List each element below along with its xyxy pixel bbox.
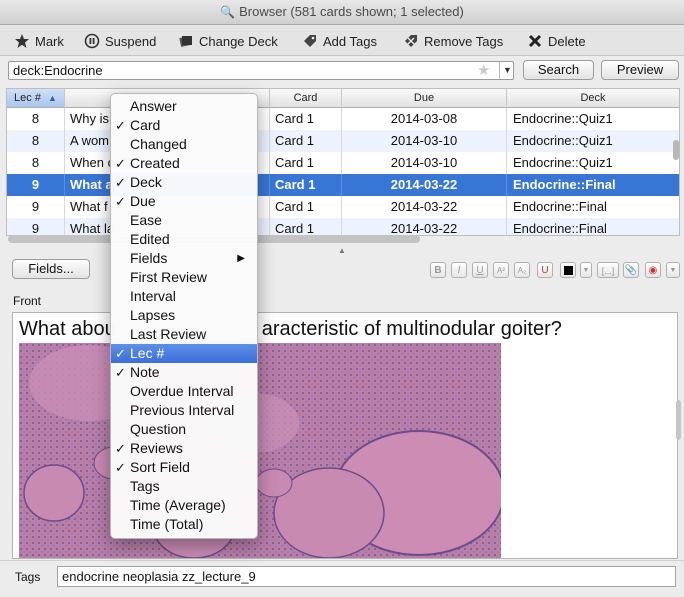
menu-item-time-total[interactable]: Time (Total)	[111, 515, 257, 534]
table-row[interactable]: 9 What la Card 1 2014-03-22 Endocrine::F…	[7, 218, 679, 235]
subscript-button[interactable]: A₂	[514, 262, 530, 278]
column-chooser-menu: Answer ✓ Card Changed ✓ Created ✓ Deck ✓ Due…	[110, 93, 258, 539]
add-tags-button[interactable]: Add Tags	[302, 32, 377, 50]
checkmark-icon: ✓	[115, 460, 126, 475]
column-header-deck[interactable]: Deck	[507, 89, 679, 108]
menu-item-tags[interactable]: Tags	[111, 477, 257, 496]
table-row[interactable]: 8 A wom Card 1 2014-03-10 Endocrine::Qui…	[7, 130, 679, 152]
chevron-down-icon[interactable]: ▼	[499, 62, 515, 79]
mark-button[interactable]: Mark	[14, 32, 64, 50]
underline-button[interactable]: U	[472, 262, 488, 278]
vertical-scrollbar[interactable]	[673, 140, 679, 160]
pause-icon	[84, 33, 100, 49]
field-label-front: Front	[13, 294, 42, 308]
checkmark-icon: ✓	[115, 346, 126, 361]
column-header-card[interactable]: Card	[270, 89, 342, 108]
remove-tags-button[interactable]: Remove Tags	[403, 32, 503, 50]
checkmark-icon: ✓	[115, 194, 126, 209]
star-icon	[15, 34, 29, 48]
menu-item-fields[interactable]: Fields ▶	[111, 249, 257, 268]
tag-add-icon	[304, 35, 316, 47]
chevron-down-icon[interactable]: ▼	[580, 262, 592, 278]
sort-ascending-icon: ▲	[48, 93, 57, 103]
question-text: What abou aracteristic of multinodular go…	[19, 318, 562, 340]
menu-item-question[interactable]: Question	[111, 420, 257, 439]
menu-item-lec[interactable]: ✓ Lec #	[111, 344, 257, 363]
menu-item-sort-field[interactable]: ✓ Sort Field	[111, 458, 257, 477]
checkmark-icon: ✓	[115, 156, 126, 171]
menu-item-due[interactable]: ✓ Due	[111, 192, 257, 211]
search-icon: 🔍	[220, 5, 236, 19]
menu-item-overdue-interval[interactable]: Overdue Interval	[111, 382, 257, 401]
menu-item-answer[interactable]: Answer	[111, 97, 257, 116]
change-deck-button[interactable]: Change Deck	[178, 32, 278, 50]
suspend-button[interactable]: Suspend	[84, 32, 156, 50]
bold-button[interactable]: B	[430, 262, 446, 278]
deck-icon	[179, 36, 192, 47]
menu-item-interval[interactable]: Interval	[111, 287, 257, 306]
table-row[interactable]: 8 Why is Card 1 2014-03-08 Endocrine::Qu…	[7, 108, 679, 130]
submenu-arrow-icon: ▶	[237, 253, 245, 264]
tag-remove-icon	[405, 35, 417, 47]
fields-button[interactable]: Fields...	[12, 259, 90, 279]
search-button[interactable]: Search	[523, 60, 594, 80]
italic-button[interactable]: I	[451, 262, 467, 278]
menu-item-ease[interactable]: Ease	[111, 211, 257, 230]
tags-label: Tags	[15, 570, 41, 584]
menu-item-edited[interactable]: Edited	[111, 230, 257, 249]
table-row-selected[interactable]: 9 What a Card 1 2014-03-22 Endocrine::Fi…	[7, 174, 679, 196]
table-row[interactable]: 8 When c Card 1 2014-03-10 Endocrine::Qu…	[7, 152, 679, 174]
menu-item-changed[interactable]: Changed	[111, 135, 257, 154]
star-icon[interactable]: ★	[477, 62, 490, 79]
menu-item-time-average[interactable]: Time (Average)	[111, 496, 257, 515]
menu-item-note[interactable]: ✓ Note	[111, 363, 257, 382]
attach-icon[interactable]: 📎	[623, 262, 639, 278]
menu-item-reviews[interactable]: ✓ Reviews	[111, 439, 257, 458]
checkmark-icon: ✓	[115, 365, 126, 380]
text-color-button[interactable]	[560, 262, 576, 278]
search-combobox[interactable]: ★ ▼	[8, 61, 514, 80]
superscript-button[interactable]: A²	[493, 262, 509, 278]
more-options-icon[interactable]: ▼	[666, 262, 680, 278]
checkmark-icon: ✓	[115, 118, 126, 133]
menu-item-lapses[interactable]: Lapses	[111, 306, 257, 325]
menu-item-card[interactable]: ✓ Card	[111, 116, 257, 135]
menu-item-created[interactable]: ✓ Created	[111, 154, 257, 173]
card-table[interactable]: Lec # ▲ Card Due Deck 8 Why is Card 1 20…	[6, 88, 680, 236]
tags-input[interactable]: endocrine neoplasia zz_lecture_9	[57, 566, 676, 587]
title-bar: 🔍 Browser (581 cards shown; 1 selected)	[0, 0, 684, 25]
column-header-due[interactable]: Due	[342, 89, 507, 108]
search-input[interactable]	[9, 62, 477, 79]
splitter-handle[interactable]: ▲	[338, 246, 346, 255]
menu-item-first-review[interactable]: First Review	[111, 268, 257, 287]
menu-item-deck[interactable]: ✓ Deck	[111, 173, 257, 192]
editor-scrollbar[interactable]	[676, 400, 681, 440]
window-title: Browser (581 cards shown; 1 selected)	[239, 4, 464, 19]
preview-button[interactable]: Preview	[601, 60, 679, 80]
record-icon[interactable]: ◉	[645, 262, 661, 278]
table-row[interactable]: 9 What f Card 1 2014-03-22 Endocrine::Fi…	[7, 196, 679, 218]
checkmark-icon: ✓	[115, 175, 126, 190]
close-icon	[528, 34, 542, 48]
toolbar: Mark Suspend Change Deck Add Tags Remove…	[0, 25, 684, 56]
histology-image	[19, 343, 501, 558]
clear-format-button[interactable]: U	[537, 262, 553, 278]
menu-item-last-review[interactable]: Last Review	[111, 325, 257, 344]
column-header-lec[interactable]: Lec # ▲	[7, 89, 65, 108]
cloze-button[interactable]: [...]	[597, 262, 619, 278]
checkmark-icon: ✓	[115, 441, 126, 456]
menu-item-previous-interval[interactable]: Previous Interval	[111, 401, 257, 420]
delete-button[interactable]: Delete	[527, 32, 586, 50]
